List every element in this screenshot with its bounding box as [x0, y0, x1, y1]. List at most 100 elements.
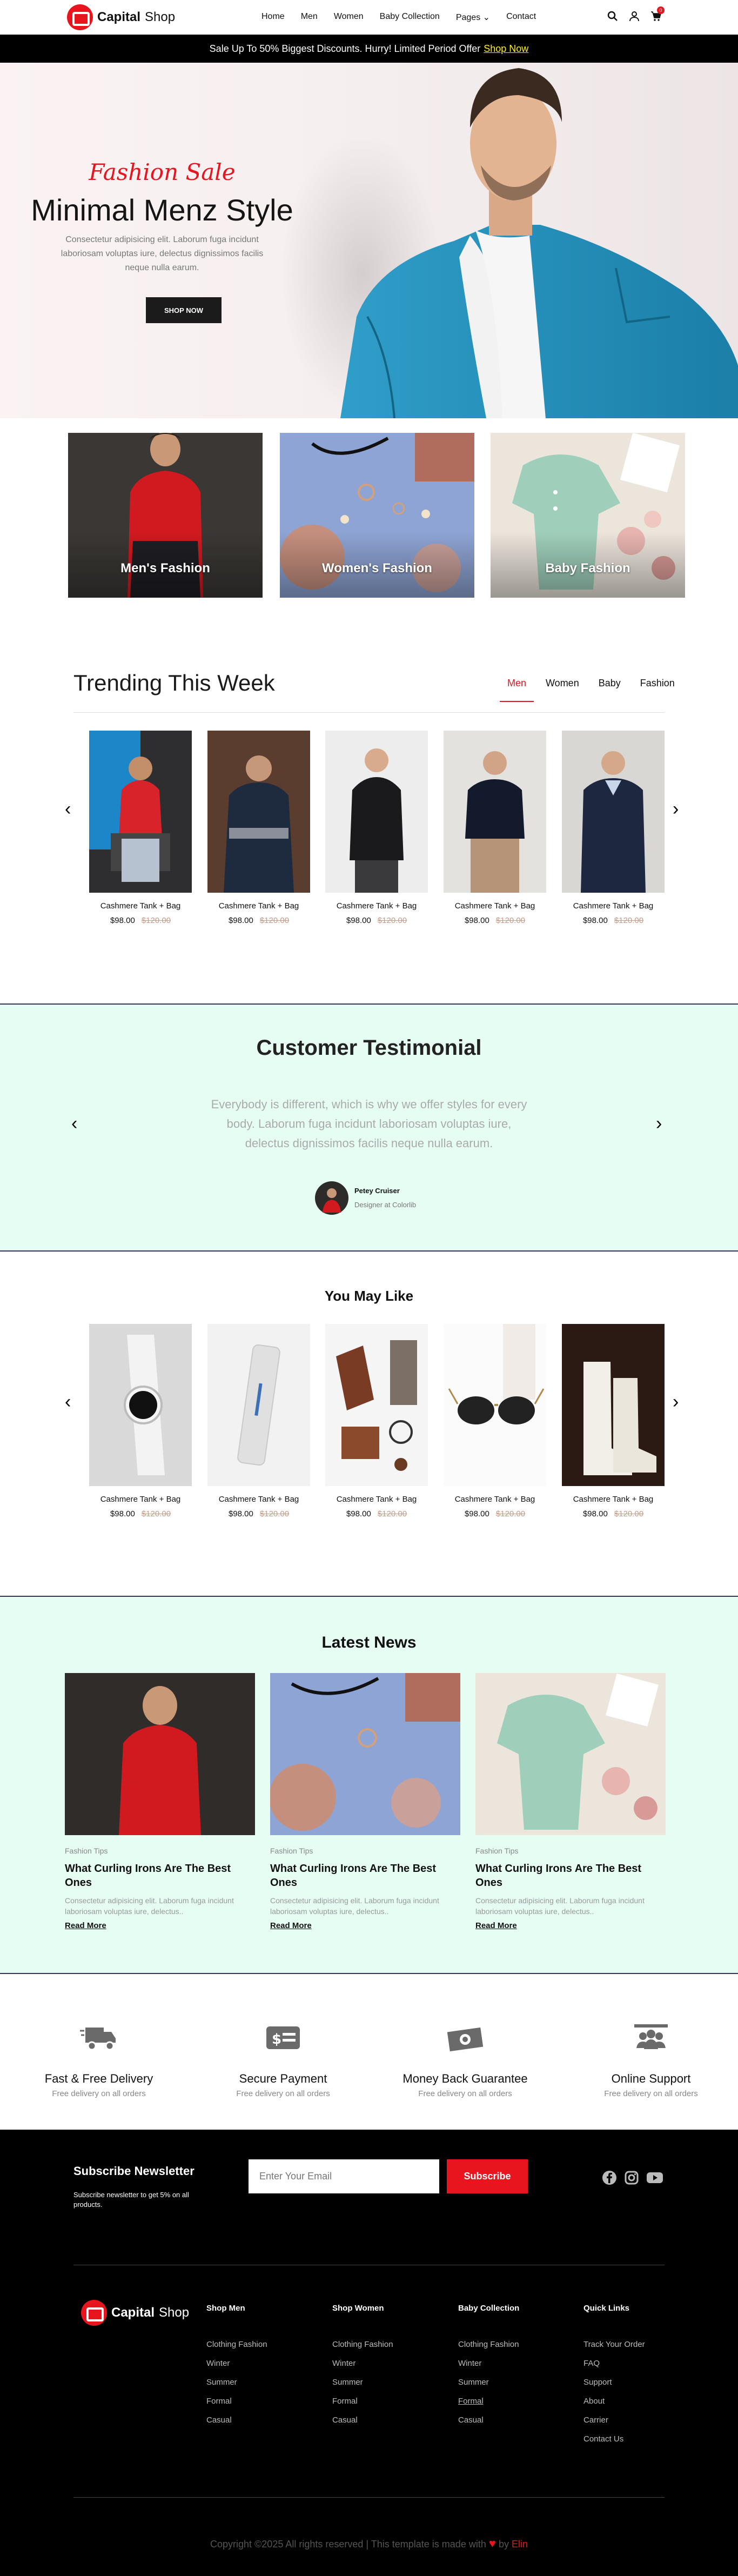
tab-women[interactable]: Women: [546, 678, 579, 689]
footer-col-baby: Baby Collection Clothing Fashion Winter …: [458, 2304, 519, 2434]
footer-link[interactable]: Casual: [332, 2416, 393, 2425]
footer-link[interactable]: Support: [583, 2378, 645, 2387]
testimonial-next-arrow[interactable]: ›: [656, 1113, 662, 1134]
nav-contact[interactable]: Contact: [506, 12, 536, 23]
product-name[interactable]: Cashmere Tank + Bag: [444, 901, 546, 911]
footer-link[interactable]: Summer: [458, 2378, 519, 2387]
read-more-link[interactable]: Read More: [475, 1921, 666, 1930]
trending-next-arrow[interactable]: ›: [673, 799, 679, 820]
footer-link[interactable]: Clothing Fashion: [206, 2340, 267, 2349]
feature-title: Online Support: [611, 2072, 691, 2085]
product-card[interactable]: Cashmere Tank + Bag $98.00 $120.00: [207, 731, 310, 925]
product-name[interactable]: Cashmere Tank + Bag: [207, 1495, 310, 1504]
copyright-by: by: [498, 2539, 509, 2550]
footer-link[interactable]: Winter: [206, 2359, 267, 2368]
price-old: $120.00: [377, 1509, 407, 1518]
price-current: $98.00: [110, 1509, 135, 1518]
news-category[interactable]: Fashion Tips: [270, 1846, 460, 1855]
footer-link[interactable]: Clothing Fashion: [332, 2340, 393, 2349]
product-card[interactable]: Cashmere Tank + Bag $98.00 $120.00: [89, 1324, 192, 1518]
product-name[interactable]: Cashmere Tank + Bag: [325, 901, 428, 911]
footer-link[interactable]: Formal: [206, 2397, 267, 2406]
author-link[interactable]: Elin: [512, 2539, 528, 2550]
subscribe-button[interactable]: Subscribe: [447, 2159, 528, 2193]
youmaylike-next-arrow[interactable]: ›: [673, 1391, 679, 1413]
footer-link[interactable]: Clothing Fashion: [458, 2340, 519, 2349]
news-card[interactable]: Fashion Tips What Curling Irons Are The …: [269, 1673, 460, 1930]
facebook-icon[interactable]: [602, 2170, 617, 2185]
tab-baby[interactable]: Baby: [599, 678, 621, 689]
product-card[interactable]: Cashmere Tank + Bag $98.00 $120.00: [325, 731, 428, 925]
product-name[interactable]: Cashmere Tank + Bag: [562, 1495, 665, 1504]
price-current: $98.00: [464, 916, 489, 925]
news-category[interactable]: Fashion Tips: [475, 1846, 666, 1855]
category-card-baby[interactable]: Baby Fashion: [491, 433, 685, 598]
product-name[interactable]: Cashmere Tank + Bag: [89, 1495, 192, 1504]
product-card[interactable]: Cashmere Tank + Bag $98.00 $120.00: [207, 1324, 310, 1518]
footer-link[interactable]: Winter: [458, 2359, 519, 2368]
tab-men[interactable]: Men: [499, 678, 534, 702]
footer-link[interactable]: Carrier: [583, 2416, 645, 2425]
news-headline[interactable]: What Curling Irons Are The Best Ones: [270, 1862, 460, 1890]
footer-link[interactable]: Formal: [332, 2397, 393, 2406]
tab-fashion[interactable]: Fashion: [640, 678, 675, 689]
footer-link[interactable]: Formal: [458, 2397, 519, 2406]
product-card[interactable]: Cashmere Tank + Bag $98.00 $120.00: [444, 1324, 546, 1518]
read-more-link[interactable]: Read More: [270, 1921, 460, 1930]
category-label: Men's Fashion: [120, 561, 210, 576]
news-category[interactable]: Fashion Tips: [65, 1846, 255, 1855]
footer-link[interactable]: Casual: [458, 2416, 519, 2425]
product-name[interactable]: Cashmere Tank + Bag: [325, 1495, 428, 1504]
price-current: $98.00: [110, 916, 135, 925]
search-icon[interactable]: [607, 11, 618, 22]
instagram-icon[interactable]: [624, 2170, 639, 2185]
youmaylike-prev-arrow[interactable]: ‹: [65, 1391, 71, 1413]
footer-link[interactable]: Contact Us: [583, 2434, 645, 2444]
product-image: [562, 731, 665, 893]
footer-link[interactable]: Casual: [206, 2416, 267, 2425]
price-old: $120.00: [614, 1509, 644, 1518]
nav-women[interactable]: Women: [334, 12, 364, 23]
footer-link[interactable]: Winter: [332, 2359, 393, 2368]
email-input[interactable]: [249, 2159, 439, 2193]
read-more-link[interactable]: Read More: [65, 1921, 255, 1930]
promo-shop-now-link[interactable]: Shop Now: [484, 43, 528, 55]
product-card[interactable]: Cashmere Tank + Bag $98.00 $120.00: [562, 1324, 665, 1518]
price-current: $98.00: [582, 1509, 608, 1518]
category-label: Women's Fashion: [322, 561, 432, 576]
category-card-women[interactable]: Women's Fashion: [280, 433, 474, 598]
footer-link[interactable]: Summer: [332, 2378, 393, 2387]
news-card[interactable]: Fashion Tips What Curling Irons Are The …: [65, 1673, 255, 1930]
category-label: Baby Fashion: [545, 561, 630, 576]
news-headline[interactable]: What Curling Irons Are The Best Ones: [65, 1862, 255, 1890]
product-name[interactable]: Cashmere Tank + Bag: [562, 901, 665, 911]
footer-link[interactable]: Summer: [206, 2378, 267, 2387]
site-header: Capital Shop Home Men Women Baby Collecti…: [0, 0, 738, 35]
nav-men[interactable]: Men: [301, 12, 318, 23]
product-card[interactable]: Cashmere Tank + Bag $98.00 $120.00: [562, 731, 665, 925]
footer-link[interactable]: FAQ: [583, 2359, 645, 2368]
youtube-icon[interactable]: [646, 2170, 663, 2185]
news-card[interactable]: Fashion Tips What Curling Irons Are The …: [475, 1673, 666, 1930]
shop-now-button[interactable]: SHOP NOW: [146, 297, 222, 323]
user-icon[interactable]: [629, 11, 640, 22]
footer-link[interactable]: Track Your Order: [583, 2340, 645, 2349]
trending-prev-arrow[interactable]: ‹: [65, 799, 71, 820]
nav-pages[interactable]: Pages ⌄: [456, 12, 490, 23]
news-headline[interactable]: What Curling Irons Are The Best Ones: [475, 1862, 666, 1890]
product-name[interactable]: Cashmere Tank + Bag: [89, 901, 192, 911]
nav-baby[interactable]: Baby Collection: [380, 12, 440, 23]
trending-title: Trending This Week: [73, 670, 275, 695]
product-name[interactable]: Cashmere Tank + Bag: [444, 1495, 546, 1504]
nav-home[interactable]: Home: [261, 12, 285, 23]
logo[interactable]: Capital Shop: [67, 4, 175, 30]
product-name[interactable]: Cashmere Tank + Bag: [207, 901, 310, 911]
product-card[interactable]: Cashmere Tank + Bag $98.00 $120.00: [89, 731, 192, 925]
category-card-men[interactable]: Men's Fashion: [68, 433, 263, 598]
footer-logo[interactable]: Capital Shop: [81, 2300, 189, 2326]
product-card[interactable]: Cashmere Tank + Bag $98.00 $120.00: [444, 731, 546, 925]
testimonial-prev-arrow[interactable]: ‹: [71, 1113, 77, 1134]
footer-col-title: Baby Collection: [458, 2304, 520, 2313]
product-card[interactable]: Cashmere Tank + Bag $98.00 $120.00: [325, 1324, 428, 1518]
footer-link[interactable]: About: [583, 2397, 645, 2406]
